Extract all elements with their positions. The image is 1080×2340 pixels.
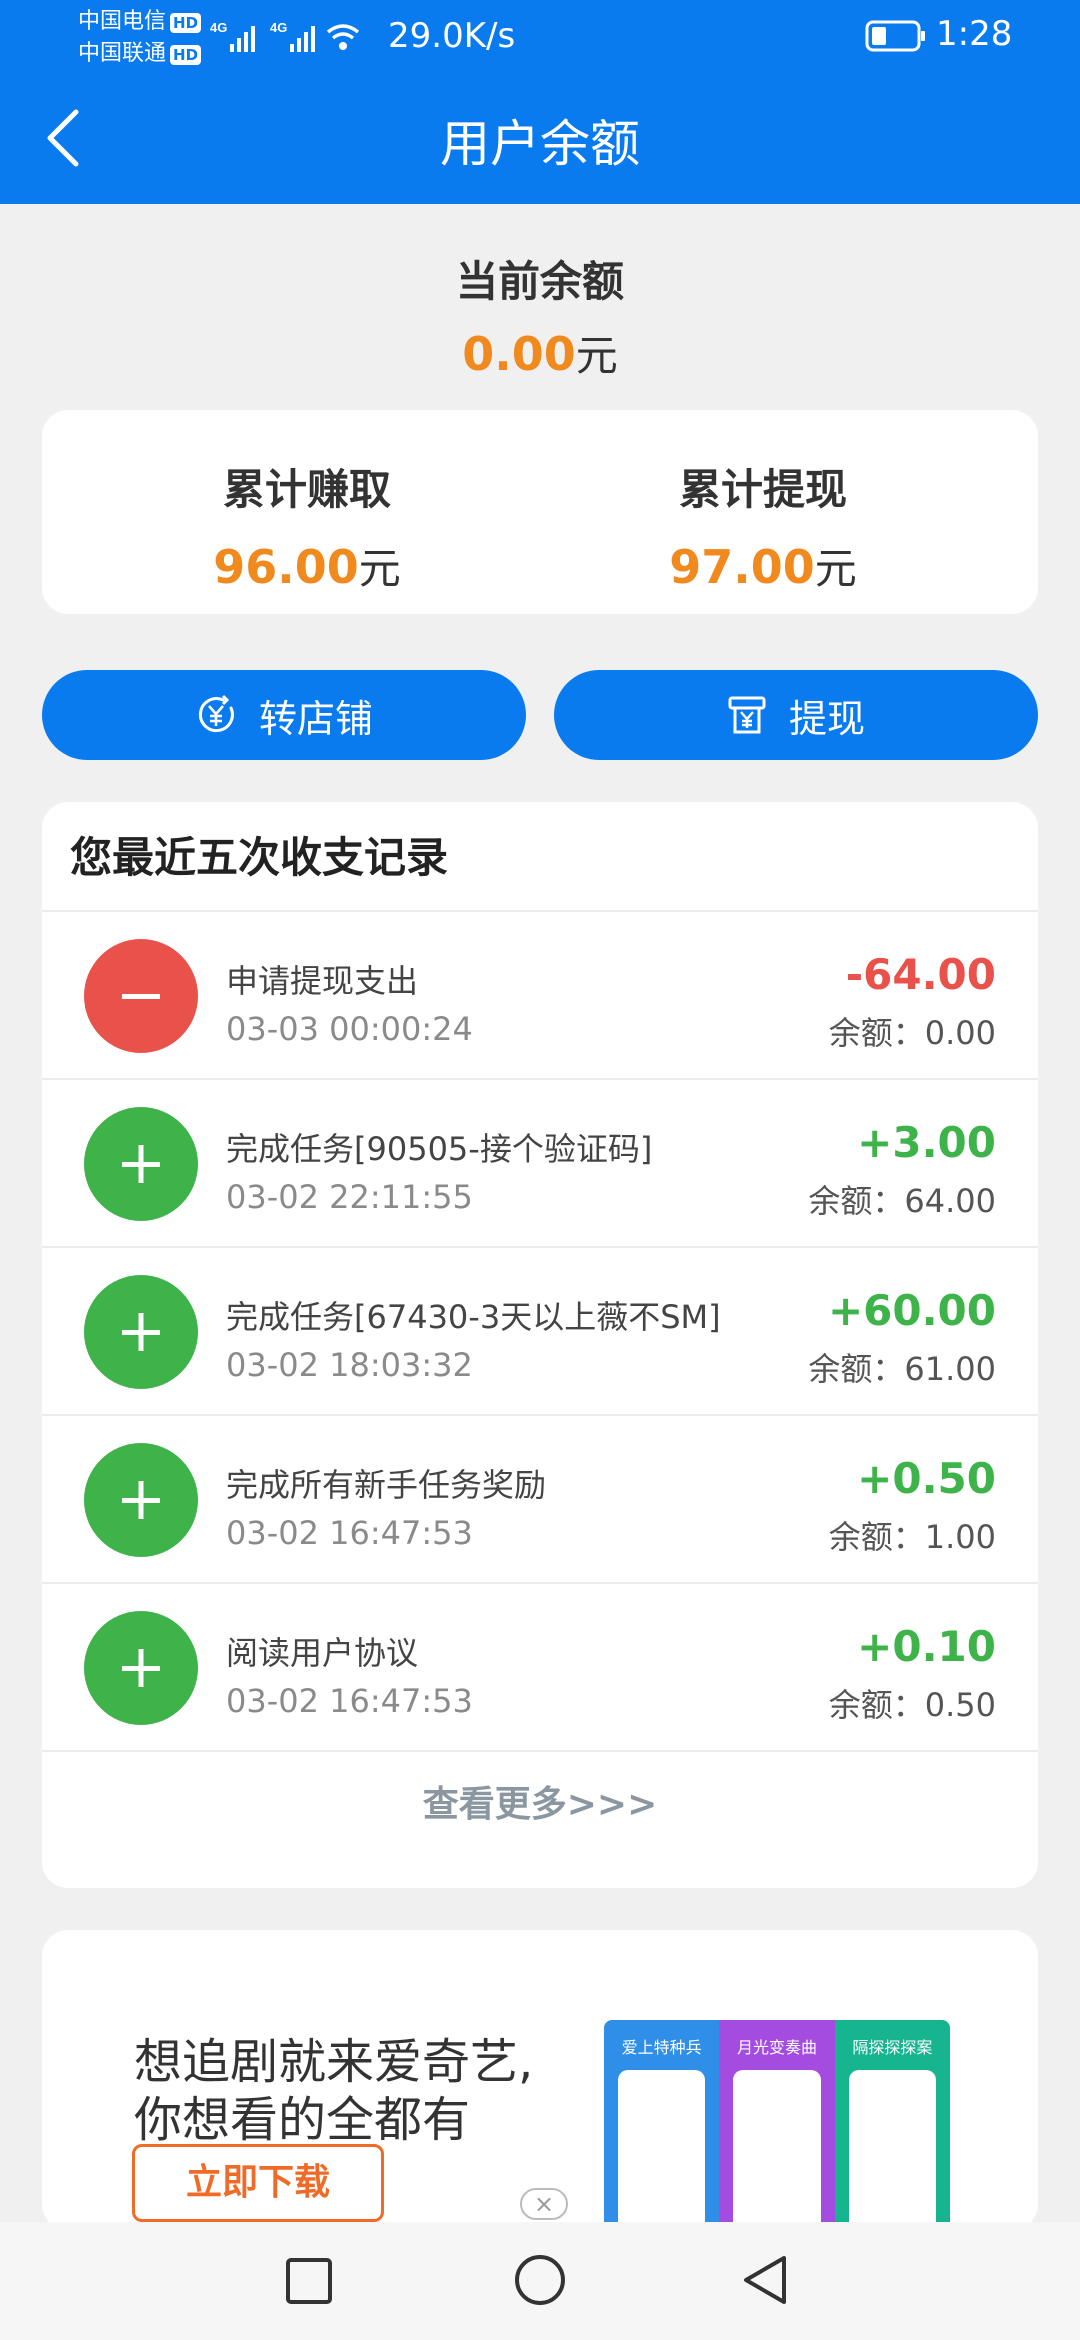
list-item[interactable]: 完成所有新手任务奖励 03-02 16:47:53 +0.50 余额：1.00 — [42, 1416, 1038, 1584]
stats-card: 累计赚取 96.00元 累计提现 97.00元 — [42, 410, 1038, 614]
ad-panel: 爱上特种兵 — [604, 2020, 720, 2230]
yuan-coin-icon — [198, 694, 234, 733]
current-balance-label: 当前余额 — [455, 257, 624, 306]
record-balance: 余额：0.00 — [828, 1014, 996, 1052]
home-icon[interactable] — [512, 2252, 568, 2308]
ad-banner[interactable]: 想追剧就来爱奇艺, 你想看的全都有 立即下载 × 爱上特种兵 月光变奏曲 隔探探… — [42, 1930, 1038, 2230]
record-balance: 余额：1.00 — [828, 1518, 996, 1556]
withdraw-receipt-icon — [728, 696, 766, 734]
clock: 1:28 — [936, 14, 1013, 54]
ad-panel: 月光变奏曲 — [719, 2020, 835, 2230]
ad-close-button[interactable]: × — [520, 2188, 568, 2220]
ad-panel: 隔探探探案 — [834, 2020, 950, 2230]
record-amount: +3.00 — [857, 1118, 996, 1167]
record-balance: 余额：0.50 — [828, 1686, 996, 1724]
system-nav-bar — [0, 2222, 1080, 2340]
total-withdrawn-amount: 97.00 — [669, 540, 815, 594]
total-earned-label: 累计赚取 — [222, 465, 391, 514]
list-item[interactable]: 申请提现支出 03-03 00:00:24 -64.00 余额：0.00 — [42, 912, 1038, 1080]
signal-icon: 4G 4G — [210, 20, 360, 52]
minus-icon — [84, 939, 198, 1053]
back-nav-icon[interactable] — [740, 2252, 792, 2308]
view-more-link[interactable]: 查看更多>>> — [42, 1752, 1038, 1858]
current-balance-value: 0.00元 — [462, 327, 618, 381]
battery-icon — [865, 20, 925, 52]
total-earned-amount: 96.00 — [213, 540, 359, 594]
total-earned: 累计赚取 96.00元 — [82, 410, 532, 596]
record-amount: -64.00 — [845, 950, 996, 999]
record-amount: +0.10 — [857, 1622, 996, 1671]
status-bar: 中国电信 HD 中国联通 HD 4G 4G 29.0K/s 1:28 — [0, 0, 1080, 72]
ad-image[interactable]: 爱上特种兵 月光变奏曲 隔探探探案 — [604, 2020, 950, 2230]
records-heading: 您最近五次收支记录 — [42, 802, 1038, 912]
transfer-button-label: 转店铺 — [258, 696, 373, 741]
transfer-to-store-button[interactable]: 转店铺 — [42, 670, 526, 760]
plus-icon — [84, 1611, 198, 1725]
app-header: 中国电信 HD 中国联通 HD 4G 4G 29.0K/s 1:28 用户余额 — [0, 0, 1080, 204]
plus-icon — [84, 1443, 198, 1557]
svg-text:4G: 4G — [210, 20, 227, 35]
current-balance-amount: 0.00 — [462, 327, 576, 381]
records-card: 您最近五次收支记录 申请提现支出 03-03 00:00:24 -64.00 余… — [42, 802, 1038, 1888]
plus-icon — [84, 1275, 198, 1389]
withdraw-button[interactable]: 提现 — [554, 670, 1038, 760]
list-item[interactable]: 完成任务[90505-接个验证码] 03-02 22:11:55 +3.00 余… — [42, 1080, 1038, 1248]
total-withdrawn-label: 累计提现 — [678, 465, 847, 514]
network-speed: 29.0K/s — [388, 16, 516, 56]
download-now-button[interactable]: 立即下载 — [132, 2144, 384, 2222]
record-amount: +60.00 — [827, 1286, 996, 1335]
svg-text:4G: 4G — [270, 20, 287, 35]
record-amount: +0.50 — [857, 1454, 996, 1503]
plus-icon — [84, 1107, 198, 1221]
carrier-2: 中国联通 HD — [78, 40, 202, 68]
withdraw-button-label: 提现 — [788, 696, 865, 741]
carrier-1: 中国电信 HD — [78, 8, 202, 36]
record-balance: 余额：64.00 — [808, 1182, 996, 1220]
total-withdrawn: 累计提现 97.00元 — [538, 410, 988, 596]
ad-headline-2: 你想看的全都有 — [134, 2092, 471, 2148]
recent-apps-icon[interactable] — [284, 2252, 336, 2308]
list-item[interactable]: 阅读用户协议 03-02 16:47:53 +0.10 余额：0.50 — [42, 1584, 1038, 1752]
page-title: 用户余额 — [440, 115, 640, 173]
list-item[interactable]: 完成任务[67430-3天以上薇不SM] 03-02 18:03:32 +60.… — [42, 1248, 1038, 1416]
record-balance: 余额：61.00 — [808, 1350, 996, 1388]
